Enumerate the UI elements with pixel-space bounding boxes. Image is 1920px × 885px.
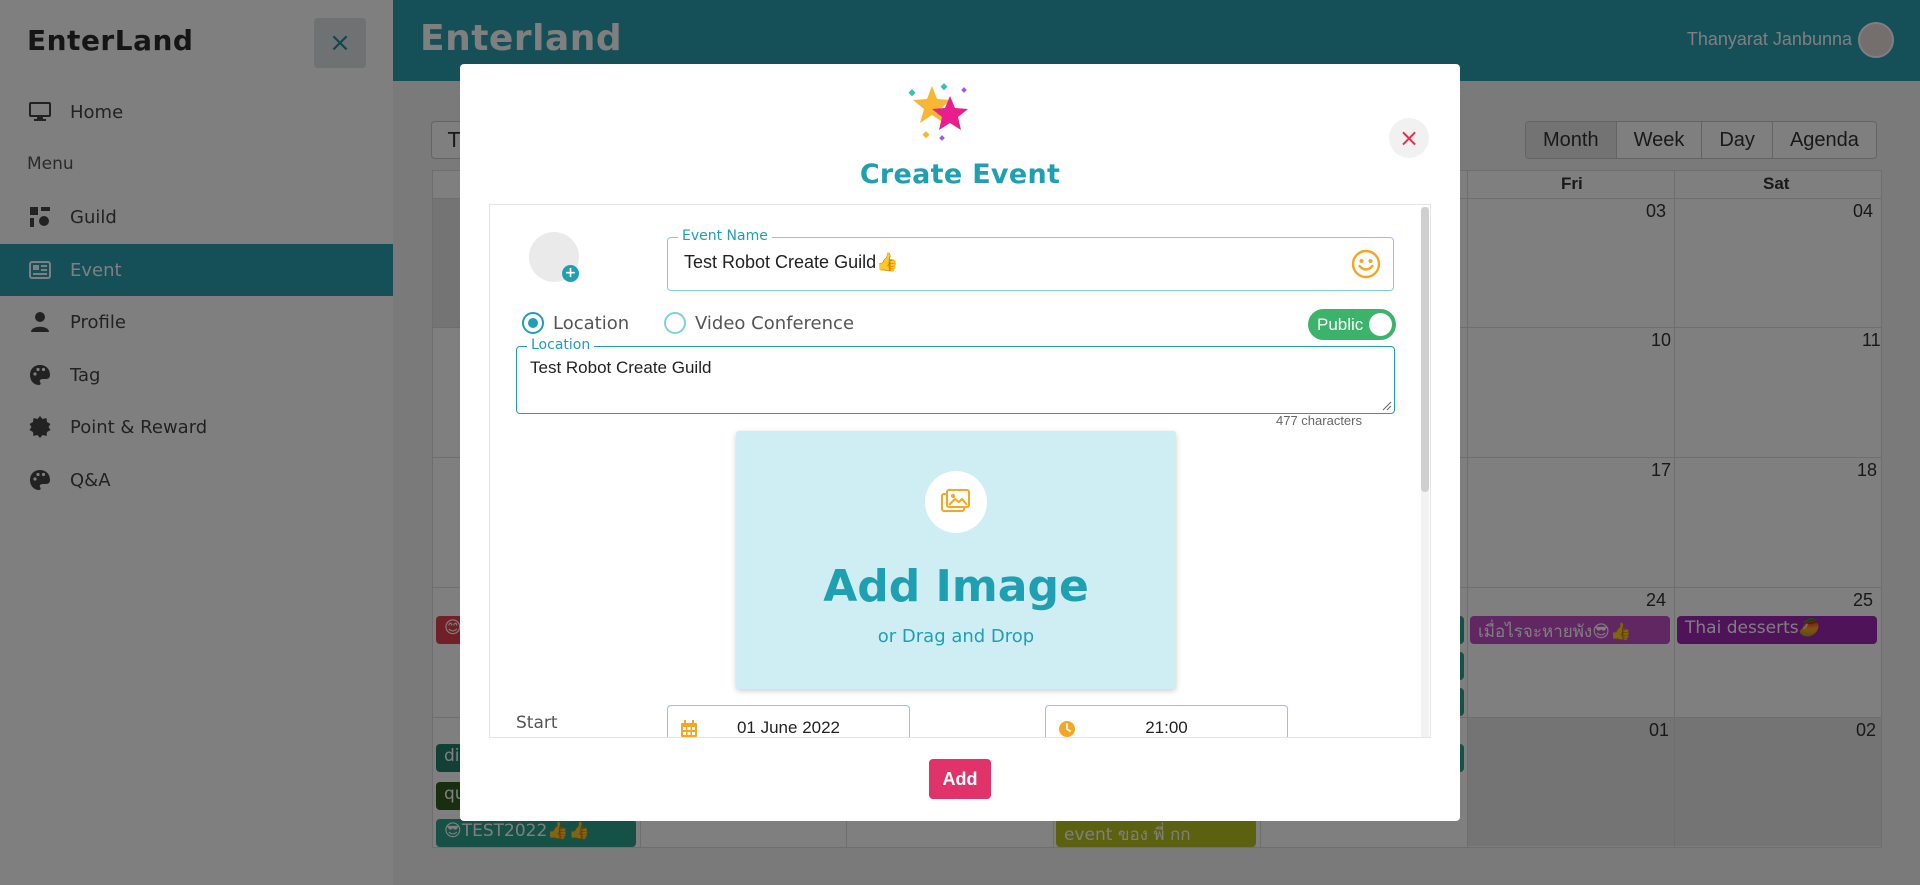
location-field[interactable]: Location Test Robot Create Guild xyxy=(516,337,1395,414)
location-label: Location xyxy=(527,337,595,353)
emoji-picker-icon[interactable] xyxy=(1351,249,1381,279)
drag-drop-hint: or Drag and Drop xyxy=(877,626,1035,647)
radio-video-conference-label: Video Conference xyxy=(695,312,855,334)
plus-icon[interactable]: + xyxy=(562,265,579,282)
character-counter: 477 characters xyxy=(1276,413,1362,428)
event-name-input[interactable]: Test Robot Create Guild👍 xyxy=(684,252,899,273)
add-image-title: Add Image xyxy=(823,561,1089,612)
radio-dot[interactable] xyxy=(522,312,544,334)
dialog-title: Create Event xyxy=(859,159,1061,190)
create-event-dialog: Create Event × + Event Name Test Robot C… xyxy=(460,64,1460,821)
public-toggle-label: Public xyxy=(1317,315,1364,334)
dialog-close-button[interactable]: × xyxy=(1389,118,1429,158)
radio-location-label: Location xyxy=(553,312,630,334)
radio-video-conference[interactable]: Video Conference xyxy=(664,312,854,334)
image-icon-circle xyxy=(925,471,987,533)
resize-handle-icon[interactable] xyxy=(1382,401,1392,411)
start-label: Start xyxy=(516,713,558,733)
start-date-value[interactable]: 01 June 2022 xyxy=(668,718,909,737)
event-name-label: Event Name xyxy=(678,228,772,244)
scrollbar-thumb[interactable] xyxy=(1421,207,1429,492)
radio-dot[interactable] xyxy=(664,312,686,334)
image-dropzone[interactable]: Add Image or Drag and Drop xyxy=(736,431,1176,689)
toggle-knob xyxy=(1369,313,1392,336)
location-textarea[interactable]: Test Robot Create Guild xyxy=(530,358,711,378)
add-event-button[interactable]: Add xyxy=(929,759,991,799)
images-icon xyxy=(941,489,970,512)
start-date-field[interactable]: 01 June 2022 xyxy=(667,705,910,737)
stars-icon xyxy=(908,83,968,141)
start-time-field[interactable]: 21:00 xyxy=(1045,705,1288,737)
public-toggle[interactable]: Public xyxy=(1308,309,1396,340)
start-time-value[interactable]: 21:00 xyxy=(1046,718,1287,737)
dialog-form-body: + Event Name Test Robot Create Guild👍 Lo… xyxy=(489,204,1431,738)
event-name-field[interactable]: Event Name Test Robot Create Guild👍 xyxy=(667,228,1394,291)
radio-location[interactable]: Location xyxy=(522,312,629,334)
